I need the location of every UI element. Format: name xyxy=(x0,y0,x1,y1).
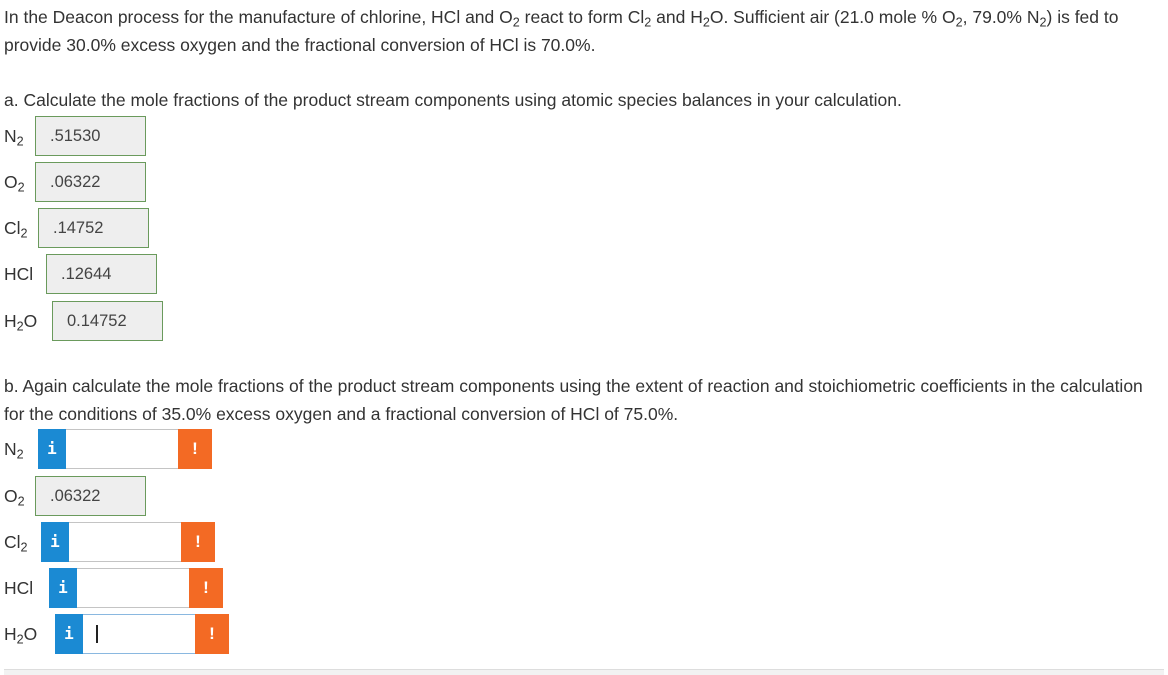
answer-hcl-a: .12644 xyxy=(46,254,157,294)
intro-sub: 2 xyxy=(512,15,520,30)
info-icon[interactable]: i xyxy=(38,429,66,469)
intro-sub: 2 xyxy=(702,15,710,30)
part-a-prompt: a. Calculate the mole fractions of the p… xyxy=(4,90,902,110)
info-icon[interactable]: i xyxy=(41,522,69,562)
info-icon[interactable]: i xyxy=(49,568,77,608)
answer-input-n2[interactable] xyxy=(66,429,178,469)
problem-statement: In the Deacon process for the manufactur… xyxy=(4,3,1164,59)
intro-text: react to form Cl xyxy=(519,7,645,27)
bottom-divider xyxy=(4,669,1164,675)
label-h2o-b: H2O xyxy=(4,624,38,647)
answer-o2-a: .06322 xyxy=(35,162,146,202)
text-caret xyxy=(96,625,98,643)
warning-icon: ! xyxy=(181,522,215,562)
answer-cl2-a: .14752 xyxy=(38,208,149,248)
part-b-prompt: b. Again calculate the mole fractions of… xyxy=(4,376,1143,424)
label-h2o-a: H2O xyxy=(4,311,38,334)
label-cl2-a: Cl2 xyxy=(4,218,28,241)
info-icon[interactable]: i xyxy=(55,614,83,654)
label-hcl-b: HCl xyxy=(4,578,34,598)
answer-input-cl2[interactable] xyxy=(69,522,181,562)
intro-text: In the Deacon process for the manufactur… xyxy=(4,7,513,27)
answer-input-h2o[interactable] xyxy=(83,614,195,654)
label-n2-a: N2 xyxy=(4,126,24,149)
label-o2-a: O2 xyxy=(4,172,25,195)
intro-text: , 79.0% N xyxy=(962,7,1040,27)
warning-icon: ! xyxy=(195,614,229,654)
intro-sub: 2 xyxy=(1039,15,1047,30)
warning-icon: ! xyxy=(189,568,223,608)
intro-text: O. Sufficient air (21.0 mole % O xyxy=(709,7,956,27)
answer-n2-a: .51530 xyxy=(35,116,146,156)
answer-input-hcl[interactable] xyxy=(77,568,189,608)
label-o2-b: O2 xyxy=(4,486,25,509)
label-cl2-b: Cl2 xyxy=(4,532,28,555)
label-n2-b: N2 xyxy=(4,439,24,462)
answer-o2-b: .06322 xyxy=(35,476,146,516)
label-hcl-a: HCl xyxy=(4,264,34,284)
intro-sub: 2 xyxy=(955,15,963,30)
warning-icon: ! xyxy=(178,429,212,469)
answer-h2o-a: 0.14752 xyxy=(52,301,163,341)
intro-text: and H xyxy=(651,7,703,27)
